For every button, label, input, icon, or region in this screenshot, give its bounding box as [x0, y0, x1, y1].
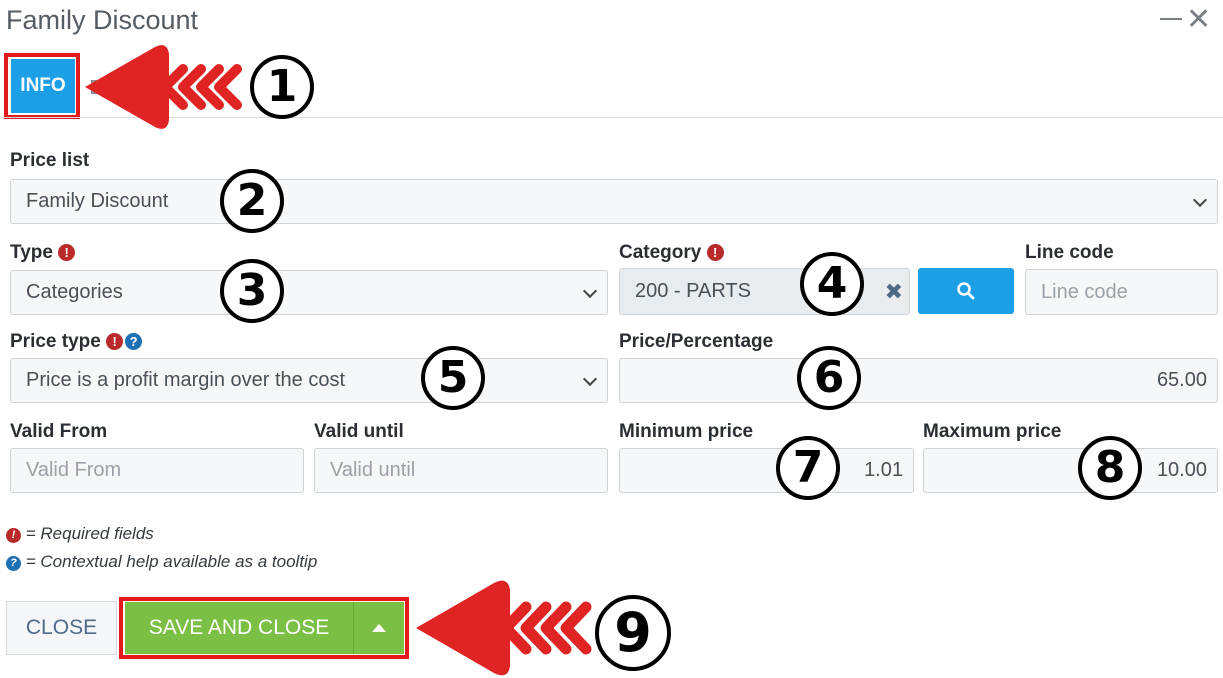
- help-icon: ?: [6, 556, 21, 571]
- valid-until-label: Valid until: [314, 421, 404, 442]
- annotation-arrow-9: [416, 580, 592, 676]
- price-type-value: Price is a profit margin over the cost: [26, 369, 346, 391]
- category-search-button[interactable]: [918, 268, 1014, 314]
- annotation-badge-6: 6: [797, 346, 861, 410]
- type-label: Type !: [10, 242, 76, 264]
- clear-icon[interactable]: ✖: [885, 279, 903, 305]
- required-legend: ! = Required fields: [6, 523, 154, 545]
- maximum-price-input[interactable]: 10.00: [923, 448, 1218, 493]
- help-icon[interactable]: ?: [125, 333, 143, 350]
- valid-from-label: Valid From: [10, 421, 108, 442]
- type-select[interactable]: Categories: [10, 270, 608, 315]
- valid-from-input[interactable]: Valid From: [10, 448, 304, 493]
- required-icon: !: [706, 244, 724, 261]
- annotation-badge-8: 8: [1078, 436, 1142, 500]
- search-icon: [957, 282, 975, 300]
- annotation-badge-2: 2: [220, 169, 284, 233]
- line-code-input[interactable]: Line code: [1025, 269, 1218, 315]
- category-label: Category !: [619, 242, 724, 264]
- annotation-badge-1: 1: [250, 55, 314, 119]
- close-icon[interactable]: ✕: [1186, 4, 1211, 36]
- save-options-button[interactable]: [353, 602, 404, 654]
- annotation-badge-3: 3: [220, 259, 284, 323]
- chevron-down-icon: [582, 283, 598, 298]
- price-list-select[interactable]: Family Discount: [10, 179, 1218, 224]
- minimum-price-input[interactable]: 1.01: [619, 448, 914, 493]
- tab-info[interactable]: INFO: [11, 59, 75, 113]
- price-list-label: Price list: [10, 150, 90, 171]
- save-and-close-button[interactable]: SAVE AND CLOSE: [125, 602, 353, 654]
- annotation-badge-9: 9: [595, 595, 671, 671]
- help-legend: ? = Contextual help available as a toolt…: [6, 551, 317, 573]
- required-icon: !: [6, 528, 21, 543]
- required-icon: !: [106, 333, 124, 350]
- maximum-price-label: Maximum price: [923, 421, 1062, 442]
- minimum-price-label: Minimum price: [619, 421, 754, 442]
- price-list-value: Family Discount: [26, 190, 169, 212]
- line-code-label: Line code: [1025, 242, 1114, 263]
- annotation-badge-5: 5: [421, 346, 485, 410]
- price-type-select[interactable]: Price is a profit margin over the cost: [10, 358, 608, 403]
- annotation-arrow-1: [85, 45, 242, 129]
- category-field[interactable]: 200 - PARTS ✖: [619, 268, 910, 315]
- close-button[interactable]: CLOSE: [6, 601, 117, 655]
- category-value: 200 - PARTS: [635, 280, 751, 302]
- caret-up-icon: [372, 624, 386, 632]
- price-percentage-input[interactable]: 65.00: [619, 358, 1218, 403]
- valid-until-input[interactable]: Valid until: [314, 448, 608, 493]
- chevron-down-icon: [1192, 192, 1208, 207]
- annotation-badge-7: 7: [776, 436, 840, 500]
- price-type-label: Price type !?: [10, 331, 143, 353]
- price-percentage-label: Price/Percentage: [619, 331, 774, 352]
- chevron-down-icon: [582, 371, 598, 386]
- annotation-badge-4: 4: [800, 252, 864, 316]
- required-icon: !: [58, 244, 76, 261]
- minimize-icon[interactable]: [1160, 18, 1182, 20]
- window-title: Family Discount: [6, 5, 199, 35]
- type-value: Categories: [26, 281, 123, 303]
